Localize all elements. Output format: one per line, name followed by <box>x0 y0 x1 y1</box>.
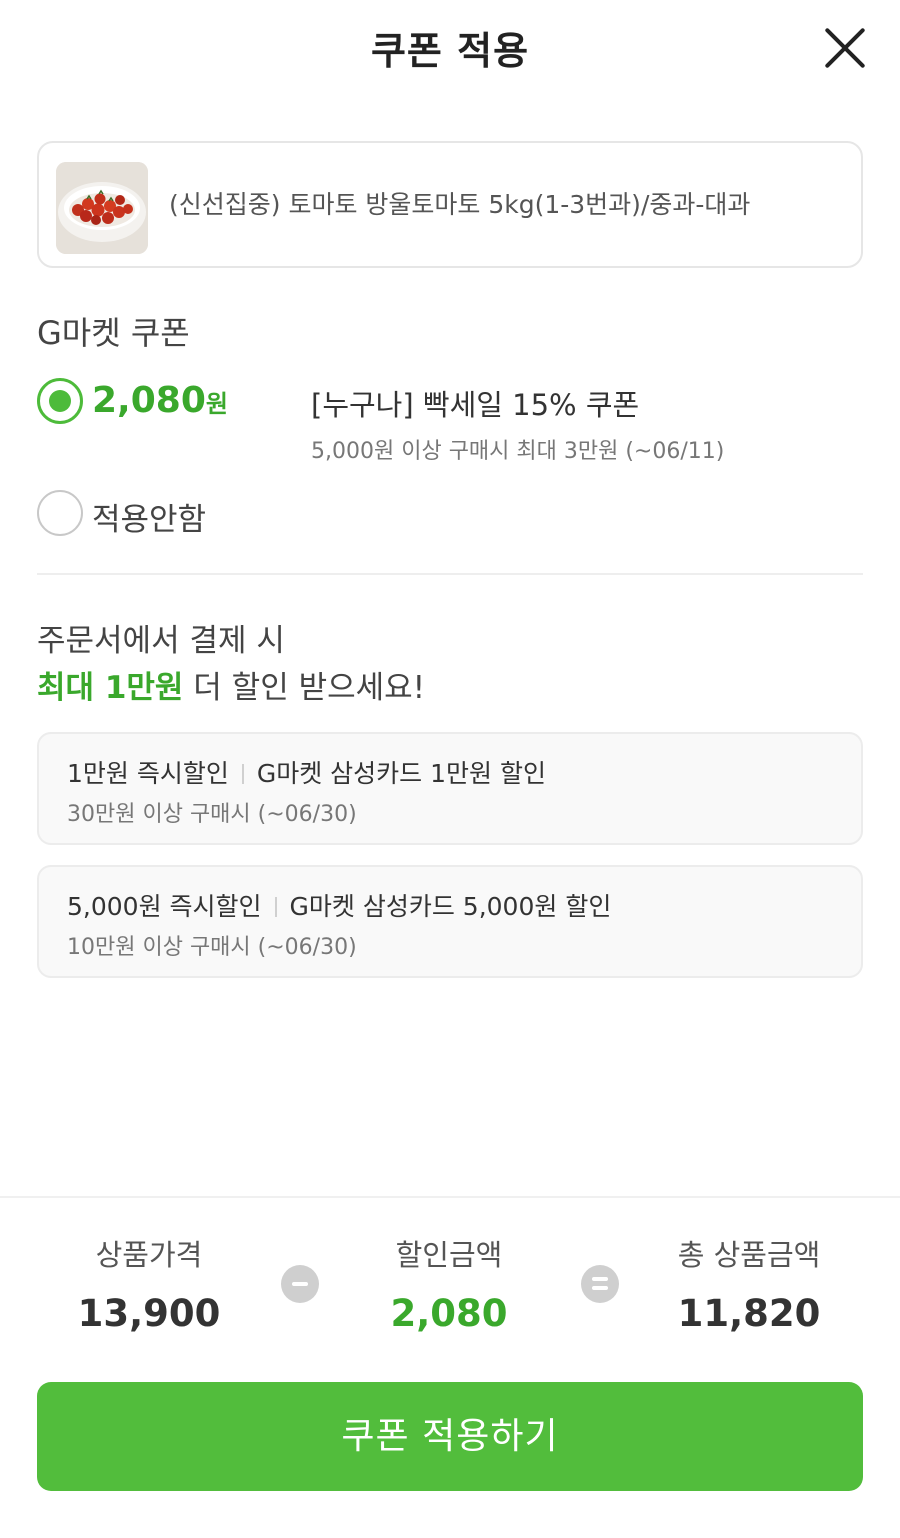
product-name: (신선집중) 토마토 방울토마토 5kg(1-3번과)/중과-대과 <box>169 190 751 219</box>
card-offer: 1만원 즉시할인 G마켓 삼성카드 1만원 할인 30만원 이상 구매시 (~06… <box>37 732 863 845</box>
radio-selected[interactable] <box>37 378 83 424</box>
close-icon[interactable] <box>818 22 870 74</box>
discount-amount: 할인금액 2,080 <box>319 1232 579 1335</box>
discount-amount-value: 2,080 <box>390 1292 508 1335</box>
no-apply-label: 적용안함 <box>92 502 207 538</box>
coupon-amount: 2,080원 <box>92 380 228 421</box>
page-title: 쿠폰 적용 <box>370 29 530 73</box>
promo-text: 주문서에서 결제 시 <box>37 623 285 659</box>
tomato-bowl-image <box>56 162 148 254</box>
card-offer: 5,000원 즉시할인 G마켓 삼성카드 5,000원 할인 10만원 이상 구매… <box>37 865 863 978</box>
coupon-description: 5,000원 이상 구매시 최대 3만원 (~06/11) <box>311 439 725 464</box>
modal-header: 쿠폰 적용 <box>0 0 900 100</box>
promo-highlight: 최대 1만원 더 할인 받으세요! <box>37 670 426 706</box>
product-price: 상품가격 13,900 <box>19 1232 279 1335</box>
total-amount-value: 11,820 <box>677 1292 821 1335</box>
equals-icon <box>581 1265 619 1303</box>
offer-title: 1만원 즉시할인 G마켓 삼성카드 1만원 할인 <box>67 759 546 788</box>
offer-condition: 30만원 이상 구매시 (~06/30) <box>67 802 357 827</box>
product-price-value: 13,900 <box>77 1292 221 1335</box>
gmarket-coupon-title: G마켓 쿠폰 <box>37 314 190 352</box>
product-thumbnail <box>56 162 148 254</box>
coupon-name: [누구나] 빡세일 15% 쿠폰 <box>311 388 640 422</box>
total-amount: 총 상품금액 11,820 <box>619 1232 879 1335</box>
radio-unselected[interactable] <box>37 490 83 536</box>
divider <box>37 573 863 575</box>
no-apply-option[interactable]: 적용안함 <box>37 490 437 540</box>
apply-coupon-button[interactable]: 쿠폰 적용하기 <box>37 1382 863 1491</box>
minus-icon <box>281 1265 319 1303</box>
product-card: (신선집중) 토마토 방울토마토 5kg(1-3번과)/중과-대과 <box>37 141 863 268</box>
offer-title: 5,000원 즉시할인 G마켓 삼성카드 5,000원 할인 <box>67 892 612 921</box>
offer-condition: 10만원 이상 구매시 (~06/30) <box>67 935 357 960</box>
coupon-option[interactable]: 2,080원 [누구나] 빡세일 15% 쿠폰 5,000원 이상 구매시 최대… <box>37 378 863 468</box>
